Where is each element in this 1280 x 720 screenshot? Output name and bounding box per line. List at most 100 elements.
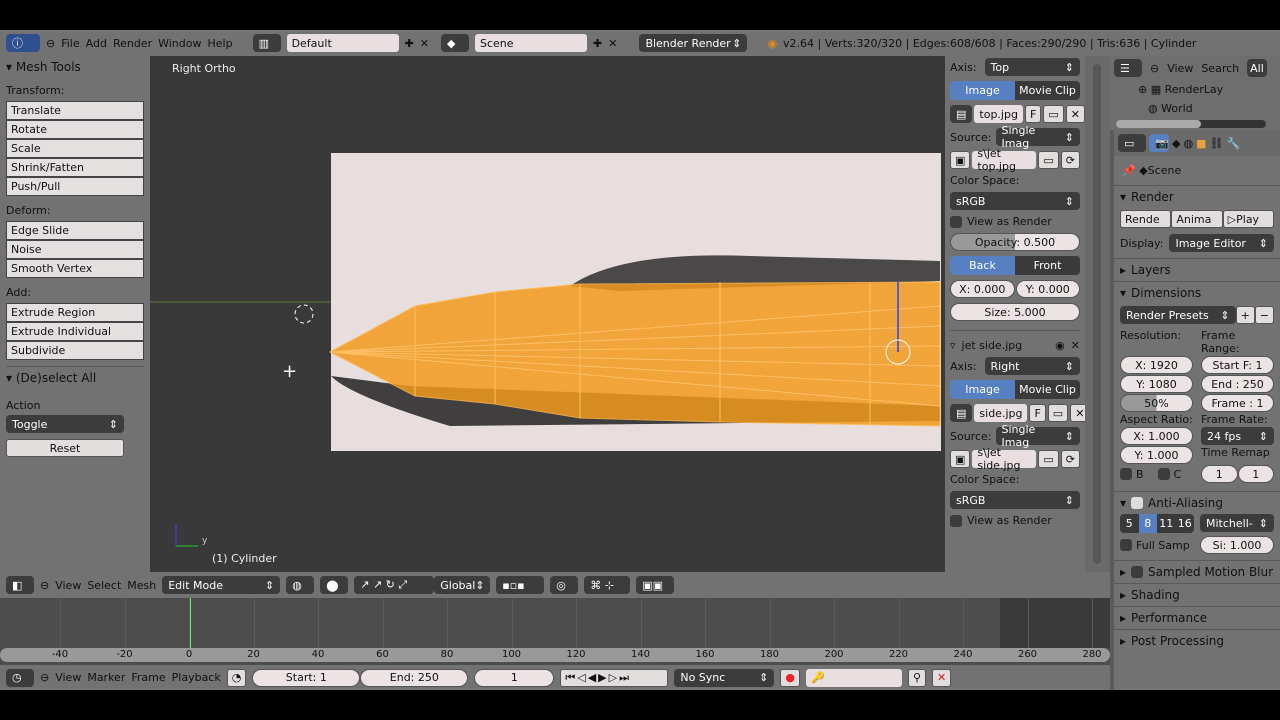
viewport-shading-icon[interactable]: ◍ bbox=[286, 576, 315, 594]
sync-dropdown[interactable]: No Sync ⇕ bbox=[674, 668, 775, 687]
filter-all-dropdown[interactable]: All bbox=[1247, 59, 1267, 77]
anti-aliasing-panel-header[interactable]: ▾ Anti-Aliasing bbox=[1114, 491, 1280, 514]
collapse-icon[interactable]: ⊖ bbox=[40, 671, 49, 684]
view-as-render-checkbox[interactable] bbox=[950, 514, 962, 527]
tab-movie-clip[interactable]: Movie Clip bbox=[1015, 81, 1080, 100]
colorspace-dropdown[interactable]: sRGB ⇕ bbox=[950, 491, 1080, 509]
remap-old-field[interactable]: 1 bbox=[1201, 465, 1238, 483]
add-screen-icon[interactable]: ✚ bbox=[405, 37, 414, 50]
aspect-y-field[interactable]: Y: 1.000 bbox=[1120, 446, 1193, 464]
collapse-icon[interactable]: ⊖ bbox=[1150, 62, 1159, 75]
pin-icon[interactable]: 📌 bbox=[1122, 164, 1136, 177]
menu-view[interactable]: View bbox=[55, 579, 81, 592]
offset-x-field[interactable]: X: 0.000 bbox=[950, 280, 1015, 298]
orientation-dropdown[interactable]: Global ⇕ bbox=[434, 576, 491, 594]
filepath-field[interactable]: s\jet top.jpg bbox=[972, 147, 1037, 173]
browse-file-icon[interactable]: ▭ bbox=[1038, 450, 1059, 468]
scene-field[interactable]: Scene bbox=[475, 34, 587, 52]
scene-icon[interactable]: ◆ bbox=[441, 34, 469, 52]
scene-tab-icon[interactable]: ◆ bbox=[1172, 137, 1180, 150]
keying-set-field[interactable]: 🔑 bbox=[805, 668, 902, 687]
resolution-y-field[interactable]: Y: 1080 bbox=[1120, 375, 1193, 393]
noise-button[interactable]: Noise bbox=[6, 240, 144, 259]
play-button[interactable]: ▷ Play bbox=[1222, 210, 1274, 228]
dimensions-panel-header[interactable]: ▾ Dimensions bbox=[1114, 281, 1280, 304]
3d-cursor-icon[interactable] bbox=[294, 304, 314, 324]
playback-controls[interactable]: ⏮◁◀▶▷⏭ bbox=[560, 668, 669, 687]
mode-dropdown[interactable]: Edit Mode ⇕ bbox=[162, 576, 281, 594]
full-sample-checkbox[interactable] bbox=[1120, 539, 1132, 551]
render-button[interactable]: Rende bbox=[1120, 210, 1172, 228]
image-name-field[interactable]: top.jpg bbox=[974, 105, 1023, 123]
menu-file[interactable]: File bbox=[61, 37, 79, 50]
motion-blur-panel-header[interactable]: ▸ Sampled Motion Blur bbox=[1114, 560, 1280, 583]
display-dropdown[interactable]: Image Editor ⇕ bbox=[1169, 234, 1274, 252]
edge-slide-button[interactable]: Edge Slide bbox=[6, 221, 144, 240]
offset-y-field[interactable]: Y: 0.000 bbox=[1015, 280, 1080, 298]
image-name-field[interactable]: side.jpg bbox=[974, 404, 1028, 422]
add-scene-icon[interactable]: ✚ bbox=[593, 37, 602, 50]
remove-scene-icon[interactable]: ✕ bbox=[608, 37, 617, 50]
start-frame-field[interactable]: Start F: 1 bbox=[1201, 356, 1274, 374]
select-mode-icons[interactable]: ▪▫▪ bbox=[496, 576, 545, 594]
fake-user-button[interactable]: F bbox=[1024, 105, 1042, 123]
outliner-item-renderlayers[interactable]: ⊕ ▦ RenderLay bbox=[1138, 80, 1280, 99]
aa-filter-dropdown[interactable]: Mitchell- ⇕ bbox=[1200, 514, 1274, 532]
axis-dropdown[interactable]: Right ⇕ bbox=[984, 357, 1080, 375]
render-panel-header[interactable]: ▾ Render bbox=[1114, 185, 1280, 208]
proportional-edit-icon[interactable]: ◎ bbox=[550, 576, 579, 594]
tab-image[interactable]: Image bbox=[950, 380, 1015, 399]
manipulator-icons[interactable]: ↗ ↗ ↻ ⤢ bbox=[354, 576, 435, 594]
aa-samples-8[interactable]: 8 bbox=[1138, 514, 1157, 533]
menu-marker[interactable]: Marker bbox=[87, 671, 125, 684]
screen-field[interactable]: Default bbox=[286, 34, 399, 52]
remap-new-field[interactable]: 1 bbox=[1237, 465, 1274, 483]
extrude-region-button[interactable]: Extrude Region bbox=[6, 303, 144, 322]
smooth-vertex-button[interactable]: Smooth Vertex bbox=[6, 259, 144, 278]
post-processing-panel-header[interactable]: ▸ Post Processing bbox=[1114, 629, 1280, 652]
pivot-point-icon[interactable]: ⬤ bbox=[320, 576, 349, 594]
fake-user-button[interactable]: F bbox=[1029, 404, 1046, 422]
constraints-tab-icon[interactable]: ⛓ bbox=[1209, 137, 1223, 150]
reset-button[interactable]: Reset bbox=[6, 439, 124, 457]
pack-icon[interactable]: ▣ bbox=[950, 151, 971, 169]
reload-icon[interactable]: ⟳ bbox=[1060, 450, 1080, 468]
collapse-icon[interactable]: ⊖ bbox=[46, 37, 55, 50]
preview-range-icon[interactable]: ◔ bbox=[226, 668, 247, 687]
menu-window[interactable]: Window bbox=[158, 37, 201, 50]
shrink-fatten-button[interactable]: Shrink/Fatten bbox=[6, 158, 144, 177]
animation-button[interactable]: Anima bbox=[1171, 210, 1223, 228]
shading-panel-header[interactable]: ▸ Shading bbox=[1114, 583, 1280, 606]
mesh-tools-title[interactable]: ▾ Mesh Tools bbox=[6, 60, 144, 74]
open-image-icon[interactable]: ▭ bbox=[1043, 105, 1064, 123]
layers-panel-header[interactable]: ▸ Layers bbox=[1114, 258, 1280, 281]
filepath-field[interactable]: s\jet side.jpg bbox=[972, 446, 1037, 472]
add-preset-icon[interactable]: + bbox=[1235, 306, 1255, 324]
fps-dropdown[interactable]: 24 fps ⇕ bbox=[1201, 427, 1274, 445]
source-dropdown[interactable]: Single Imag ⇕ bbox=[995, 124, 1080, 150]
unlink-image-icon[interactable]: ✕ bbox=[1065, 105, 1085, 123]
current-frame-field[interactable]: 1 bbox=[474, 668, 555, 687]
tab-movie-clip[interactable]: Movie Clip bbox=[1015, 380, 1080, 399]
crop-checkbox[interactable] bbox=[1157, 468, 1170, 480]
jet-side-header[interactable]: ▿ jet side.jpg ◉ ✕ bbox=[950, 330, 1080, 352]
extrude-individual-button[interactable]: Extrude Individual bbox=[6, 322, 144, 341]
timeline-ruler[interactable] bbox=[0, 648, 1110, 662]
action-dropdown[interactable]: Toggle ⇕ bbox=[6, 415, 124, 433]
end-frame-field[interactable]: End: 250 bbox=[360, 668, 469, 687]
timeline[interactable]: -40 -20 0 20 40 60 80 100 120 140 160 180 200 220 240 2… bbox=[0, 598, 1110, 665]
snap-icon[interactable]: ⌘ ⊹ bbox=[584, 576, 631, 594]
performance-panel-header[interactable]: ▸ Performance bbox=[1114, 606, 1280, 629]
npanel-scrollbar[interactable] bbox=[1093, 64, 1101, 564]
aspect-x-field[interactable]: X: 1.000 bbox=[1120, 427, 1193, 445]
menu-mesh[interactable]: Mesh bbox=[127, 579, 156, 592]
push-pull-button[interactable]: Push/Pull bbox=[6, 177, 144, 196]
scale-button[interactable]: Scale bbox=[6, 139, 144, 158]
colorspace-dropdown[interactable]: sRGB ⇕ bbox=[950, 192, 1080, 210]
source-dropdown[interactable]: Single Imag ⇕ bbox=[995, 423, 1080, 449]
screen-layout-icon[interactable]: ▥ bbox=[252, 34, 281, 52]
size-field[interactable]: Size: 5.000 bbox=[950, 303, 1080, 321]
motion-blur-checkbox[interactable] bbox=[1131, 566, 1144, 578]
aa-samples-11[interactable]: 11 bbox=[1157, 514, 1176, 533]
operator-title[interactable]: ▾ (De)select All bbox=[6, 366, 144, 385]
